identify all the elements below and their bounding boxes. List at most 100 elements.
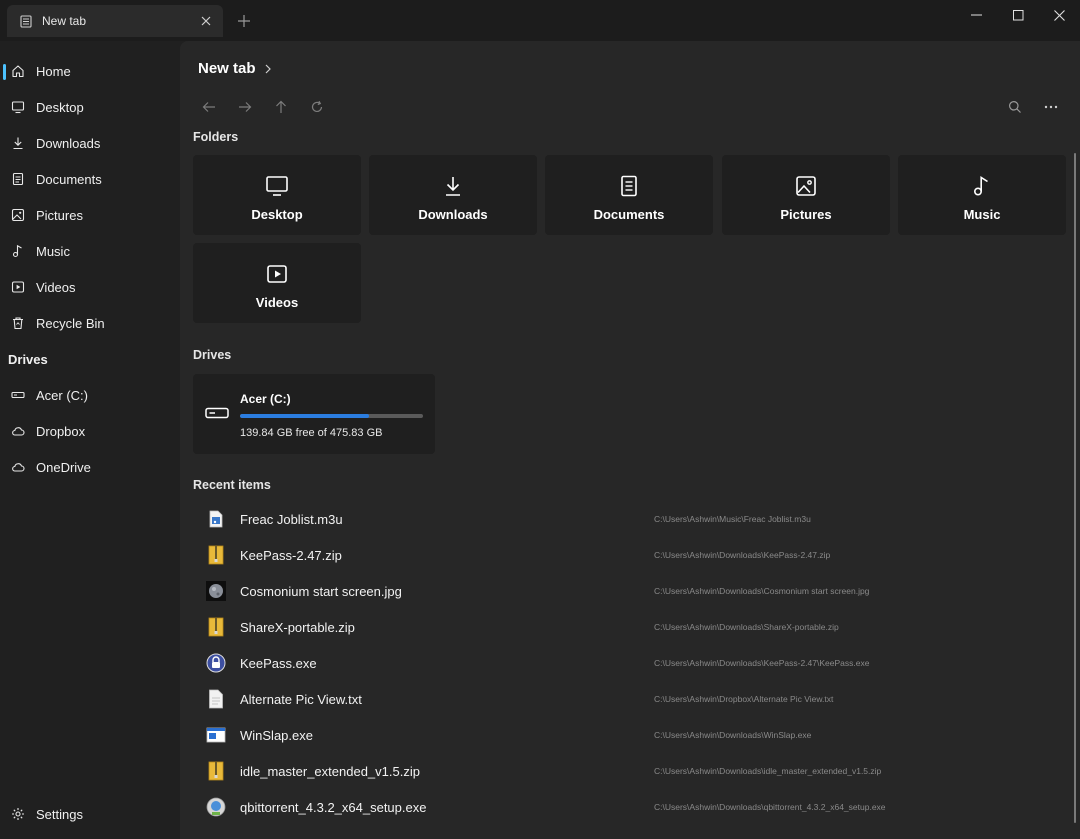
folder-card-label: Downloads	[418, 207, 488, 222]
folder-card-label: Desktop	[251, 207, 303, 222]
sidebar-item-pictures[interactable]: Pictures	[0, 199, 180, 231]
search-icon[interactable]	[1005, 97, 1025, 117]
recent-item-path: C:\Users\Ashwin\Downloads\KeePass-2.47.z…	[654, 550, 831, 560]
folder-card-label: Pictures	[780, 207, 832, 222]
maximize-icon[interactable]	[998, 0, 1038, 30]
close-window-icon[interactable]	[1039, 0, 1079, 30]
image-thumbnail-icon	[206, 580, 226, 602]
drive-card-acer-c[interactable]: Acer (C:) 139.84 GB free of 475.83 GB	[193, 374, 435, 454]
drive-usage-fill	[240, 414, 370, 418]
video-icon	[11, 280, 25, 294]
recent-item-name: ShareX-portable.zip	[240, 619, 355, 635]
folders-section-title: Folders	[193, 130, 239, 144]
sidebar-item-label: Documents	[36, 171, 102, 187]
recent-item-row[interactable]: Cosmonium start screen.jpg C:\Users\Ashw…	[200, 575, 1070, 607]
app-window-icon	[206, 724, 226, 746]
keepass-lock-icon	[206, 652, 226, 674]
recent-item-path: C:\Users\Ashwin\Downloads\WinSlap.exe	[654, 730, 812, 740]
installer-icon	[206, 796, 226, 818]
recent-item-name: WinSlap.exe	[240, 727, 313, 743]
sidebar-item-label: Home	[36, 63, 71, 79]
sidebar-item-documents[interactable]: Documents	[0, 163, 180, 195]
tab-page-icon	[19, 14, 33, 28]
sidebar: Home Desktop Downloads Documents Picture…	[0, 41, 180, 839]
main-pane: New tab Folders Desktop Downloads Docume…	[180, 41, 1080, 839]
zip-file-icon	[206, 544, 226, 566]
tab-new-tab[interactable]: New tab	[7, 5, 223, 37]
drive-icon	[205, 407, 229, 419]
recent-item-row[interactable]: Freac Joblist.m3u C:\Users\Ashwin\Music\…	[200, 503, 1070, 535]
add-tab-icon[interactable]	[234, 11, 254, 31]
sidebar-item-label: Music	[36, 243, 70, 259]
minimize-icon[interactable]	[957, 0, 997, 30]
folder-card-pictures[interactable]: Pictures	[722, 155, 890, 235]
sidebar-item-acer-c[interactable]: Acer (C:)	[0, 379, 180, 411]
refresh-icon[interactable]	[307, 97, 327, 117]
folder-card-documents[interactable]: Documents	[545, 155, 713, 235]
recent-item-name: qbittorrent_4.3.2_x64_setup.exe	[240, 799, 427, 815]
tab-label: New tab	[42, 14, 87, 28]
recent-item-path: C:\Users\Ashwin\Downloads\KeePass-2.47\K…	[654, 658, 870, 668]
sidebar-drives-header: Drives	[8, 352, 48, 367]
sidebar-item-downloads[interactable]: Downloads	[0, 127, 180, 159]
home-icon	[11, 64, 25, 78]
forward-arrow-icon[interactable]	[235, 97, 255, 117]
sidebar-item-recycle-bin[interactable]: Recycle Bin	[0, 307, 180, 339]
recent-item-name: KeePass.exe	[240, 655, 317, 671]
recent-item-row[interactable]: idle_master_extended_v1.5.zip C:\Users\A…	[200, 755, 1070, 787]
recent-item-row[interactable]: KeePass-2.47.zip C:\Users\Ashwin\Downloa…	[200, 539, 1070, 571]
folder-card-downloads[interactable]: Downloads	[369, 155, 537, 235]
folder-card-label: Music	[963, 207, 1001, 222]
folder-card-music[interactable]: Music	[898, 155, 1066, 235]
recent-item-name: Cosmonium start screen.jpg	[240, 583, 402, 599]
recent-item-row[interactable]: WinSlap.exe C:\Users\Ashwin\Downloads\Wi…	[200, 719, 1070, 751]
recent-item-name: Alternate Pic View.txt	[240, 691, 362, 707]
vertical-scrollbar[interactable]	[1074, 153, 1076, 823]
recent-item-path: C:\Users\Ashwin\Downloads\idle_master_ex…	[654, 766, 882, 776]
breadcrumb-item-new-tab[interactable]: New tab	[198, 60, 256, 77]
folder-card-desktop[interactable]: Desktop	[193, 155, 361, 235]
recent-item-path: C:\Users\Ashwin\Downloads\ShareX-portabl…	[654, 622, 839, 632]
recycle-bin-icon	[11, 316, 25, 330]
recent-item-name: Freac Joblist.m3u	[240, 511, 343, 527]
picture-icon	[11, 208, 25, 222]
sidebar-item-label: Dropbox	[36, 423, 86, 439]
recent-item-row[interactable]: Alternate Pic View.txt C:\Users\Ashwin\D…	[200, 683, 1070, 715]
folder-card-videos[interactable]: Videos	[193, 243, 361, 323]
sidebar-item-label: Settings	[36, 806, 83, 822]
cloud-icon	[11, 424, 25, 438]
desktop-icon	[193, 175, 361, 197]
sidebar-item-desktop[interactable]: Desktop	[0, 91, 180, 123]
sidebar-item-label: Acer (C:)	[36, 387, 88, 403]
recent-item-path: C:\Users\Ashwin\Downloads\Cosmonium star…	[654, 586, 870, 596]
up-arrow-icon[interactable]	[271, 97, 291, 117]
more-options-icon[interactable]	[1041, 97, 1061, 117]
playlist-file-icon	[206, 508, 226, 530]
chevron-right-icon[interactable]	[265, 64, 275, 74]
sidebar-item-onedrive[interactable]: OneDrive	[0, 451, 180, 483]
drives-section-title: Drives	[193, 348, 232, 362]
sidebar-item-music[interactable]: Music	[0, 235, 180, 267]
sidebar-item-label: Desktop	[36, 99, 84, 115]
recent-item-row[interactable]: qbittorrent_4.3.2_x64_setup.exe C:\Users…	[200, 791, 1070, 823]
sidebar-item-label: OneDrive	[36, 459, 91, 475]
recent-item-row[interactable]: KeePass.exe C:\Users\Ashwin\Downloads\Ke…	[200, 647, 1070, 679]
sidebar-item-settings[interactable]: Settings	[0, 798, 180, 830]
recent-item-row[interactable]: ShareX-portable.zip C:\Users\Ashwin\Down…	[200, 611, 1070, 643]
document-icon	[545, 175, 713, 197]
drive-icon	[11, 388, 25, 402]
back-arrow-icon[interactable]	[199, 97, 219, 117]
sidebar-item-label: Downloads	[36, 135, 101, 151]
sidebar-item-home[interactable]: Home	[0, 55, 180, 87]
sidebar-item-label: Recycle Bin	[36, 315, 105, 331]
recent-item-name: idle_master_extended_v1.5.zip	[240, 763, 420, 779]
document-icon	[11, 172, 25, 186]
music-icon	[11, 244, 25, 258]
sidebar-item-videos[interactable]: Videos	[0, 271, 180, 303]
sidebar-item-label: Videos	[36, 279, 76, 295]
close-tab-icon[interactable]	[199, 14, 213, 28]
recent-item-path: C:\Users\Ashwin\Music\Freac Joblist.m3u	[654, 514, 811, 524]
sidebar-item-dropbox[interactable]: Dropbox	[0, 415, 180, 447]
breadcrumb: New tab	[198, 60, 275, 77]
picture-icon	[722, 175, 890, 197]
